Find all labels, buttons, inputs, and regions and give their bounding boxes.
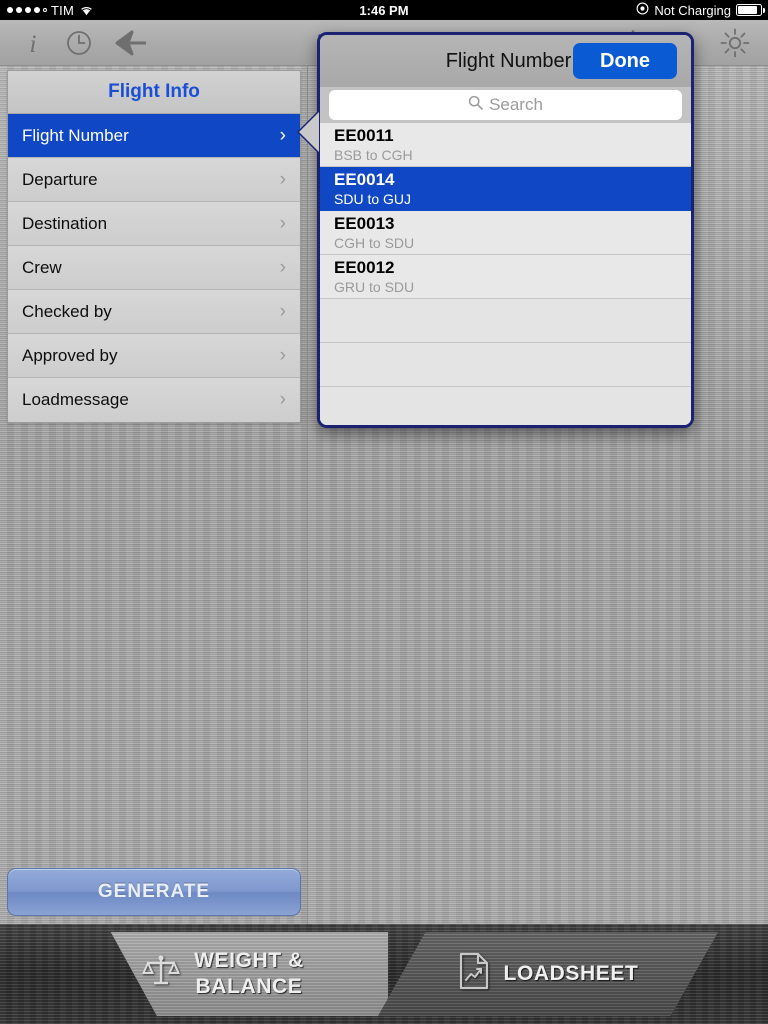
sidebar-item-loadmessage[interactable]: Loadmessage › [8,378,300,422]
sidebar-item-label: Approved by [22,345,118,365]
tab-weight-balance-label: WEIGHT & BALANCE [194,948,304,1000]
tab-label-line1: LOADSHEET [503,962,639,985]
tab-loadsheet-label: LOADSHEET [504,961,639,987]
app-root: TIM 1:46 PM Not Charging i Flight Info F… [0,0,768,1024]
flight-list-item[interactable]: EE0013 CGH to SDU [320,211,691,255]
sidebar-item-label: Loadmessage [22,390,129,409]
status-bar-right: Not Charging [636,2,765,18]
flight-number: EE0011 [334,126,394,145]
document-chart-icon [458,952,490,996]
popover-header: Flight Number Done [320,35,691,87]
battery-icon [736,4,765,16]
sidebar-item-approved-by[interactable]: Approved by › [8,334,300,378]
chevron-right-icon: › [279,300,286,322]
flight-number: EE0013 [334,214,395,233]
status-bar: TIM 1:46 PM Not Charging [0,0,768,20]
chevron-right-icon: › [279,256,286,278]
tab-weight-balance[interactable]: WEIGHT & BALANCE [110,932,388,1016]
done-button[interactable]: Done [573,43,677,79]
flight-list-item-selected[interactable]: EE0014 SDU to GUJ [320,167,691,211]
flight-list-empty-row [320,387,691,425]
generate-button[interactable]: GENERATE [7,868,301,916]
charging-status-label: Not Charging [654,2,731,18]
brightness-icon[interactable] [720,28,750,58]
tab-label-line2: BALANCE [195,975,303,998]
flight-route: SDU to GUJ [334,191,412,207]
search-input[interactable]: Search [329,90,682,120]
chevron-right-icon: › [279,344,286,366]
flight-list-item[interactable]: EE0012 GRU to SDU [320,255,691,299]
flight-info-header: Flight Info [8,71,300,114]
flight-number: EE0014 [334,170,395,189]
flight-list-item[interactable]: EE0011 BSB to CGH [320,123,691,167]
tab-bar: WEIGHT & BALANCE LOADSHEET [0,924,768,1024]
sidebar-item-checked-by[interactable]: Checked by › [8,290,300,334]
sidebar-item-departure[interactable]: Departure › [8,158,300,202]
flight-info-panel: Flight Info Flight Number › Departure › … [7,70,301,423]
chevron-right-icon: › [279,124,286,146]
location-icon [636,2,649,18]
sidebar-item-label: Flight Number [22,125,129,145]
sidebar-item-label: Crew [22,257,62,277]
chevron-right-icon: › [279,389,286,410]
flight-list[interactable]: EE0011 BSB to CGH EE0014 SDU to GUJ EE00… [320,123,691,425]
popover-arrow [299,112,319,152]
search-placeholder: Search [489,95,543,114]
tab-loadsheet[interactable]: LOADSHEET [378,932,718,1016]
search-icon [468,95,483,115]
sidebar-item-crew[interactable]: Crew › [8,246,300,290]
sidebar-item-label: Destination [22,213,108,233]
flight-route: CGH to SDU [334,235,415,251]
flight-route: BSB to CGH [334,147,413,163]
flight-number-popover: Flight Number Done Search EE0011 BSB to … [317,32,694,428]
chevron-right-icon: › [279,212,286,234]
sidebar-item-label: Departure [22,169,98,189]
flight-number: EE0012 [334,258,395,277]
tab-label-line1: WEIGHT & [194,949,304,972]
sidebar-item-destination[interactable]: Destination › [8,202,300,246]
sidebar-item-flight-number[interactable]: Flight Number › [8,114,300,158]
scales-icon [142,952,181,996]
flight-list-empty-row [320,299,691,343]
sidebar: Flight Info Flight Number › Departure › … [0,66,308,924]
flight-route: GRU to SDU [334,279,415,295]
sidebar-item-label: Checked by [22,301,112,321]
search-bar: Search [320,87,691,123]
flight-list-empty-row [320,343,691,387]
chevron-right-icon: › [279,168,286,190]
